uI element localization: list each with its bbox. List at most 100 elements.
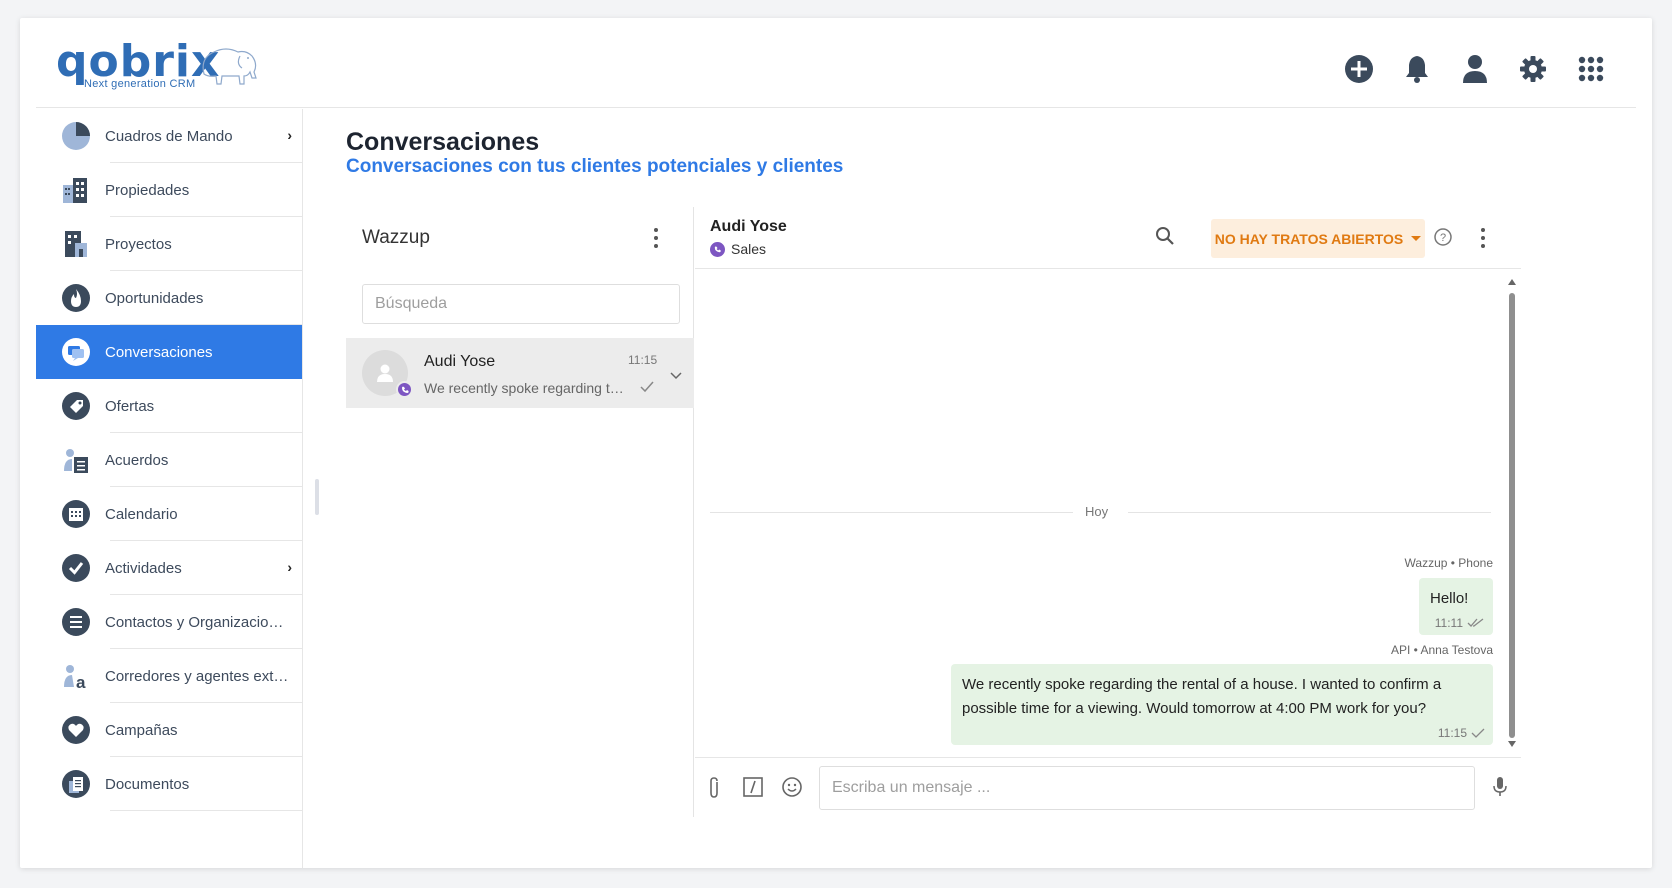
app-window: qobrix Next generation CRM Cuadros de Ma… [20,18,1652,868]
emoji-icon[interactable] [781,776,803,803]
pie-chart-icon [60,120,92,152]
page-title: Conversaciones [346,128,540,156]
sidebar-item-calendario[interactable]: Calendario [36,487,302,541]
sidebar-item-propiedades[interactable]: Propiedades [36,163,302,217]
top-actions [1342,52,1608,86]
svg-text:a: a [76,673,86,691]
search-input[interactable] [362,284,680,324]
flame-icon [60,282,92,314]
conversation-list-panel: Wazzup Audi Yose 11:15 We recently spoke… [346,207,694,817]
sidebar-item-label: Actividades [105,559,182,577]
sidebar-item-corredores[interactable]: a Corredores y agentes exte… [36,649,302,703]
svg-text:?: ? [1440,232,1446,244]
sidebar-item-contactos[interactable]: Contactos y Organizaciones [36,595,302,649]
conversation-time: 11:15 [628,353,658,367]
bell-icon[interactable] [1400,52,1434,86]
conversation-list-title: Wazzup [362,227,430,248]
message-text: Hello! [1430,590,1469,607]
message-time-label: 11:15 [1437,726,1467,740]
open-deals-label: NO HAY TRATOS ABIERTOS [1214,230,1404,247]
conversation-list-item[interactable]: Audi Yose 11:15 We recently spoke regard… [346,338,694,408]
conversation-contact-name: Audi Yose [424,353,496,370]
help-icon[interactable]: ? [1433,227,1453,252]
chat-scrollbar[interactable] [1508,279,1516,747]
message-area: Hoy Wazzup • Phone Hello! 11:11 API • An… [695,269,1521,757]
message-meta: API • Anna Testova [1390,643,1493,657]
message-time-label: 11:11 [1434,616,1463,630]
sidebar-item-ofertas[interactable]: Ofertas [36,379,302,433]
scroll-up-arrow-icon[interactable] [1508,279,1516,285]
sidebar-item-label: Documentos [105,775,190,793]
chat-channel-label: Sales [731,241,767,257]
qobrix-logo[interactable]: qobrix Next generation CRM [56,36,266,92]
chat-more-menu-icon[interactable] [1473,226,1493,250]
calendar-icon [60,498,92,530]
user-placeholder-icon [377,364,393,382]
sidebar-item-label: Conversaciones [105,343,213,361]
microphone-icon[interactable] [1492,776,1508,803]
double-check-icon [1467,618,1484,627]
agreement-icon [60,444,92,476]
sidebar-item-label: Oportunidades [105,289,204,307]
sidebar-item-documentos[interactable]: Documentos [36,757,302,811]
conversation-list-header: Wazzup [346,207,693,269]
sidebar-item-label: Propiedades [105,181,190,199]
sidebar-item-oportunidades[interactable]: Oportunidades [36,271,302,325]
sidebar-item-label: Calendario [105,505,178,523]
sidebar-item-actividades[interactable]: Actividades › [36,541,302,595]
message-time: 11:11 [1435,616,1485,630]
sidebar-item-label: Proyectos [105,235,172,253]
gear-icon[interactable] [1516,52,1550,86]
message-composer [695,757,1521,817]
template-icon[interactable] [742,776,764,803]
chevron-down-icon[interactable] [670,367,682,385]
attach-icon[interactable] [705,776,723,805]
sidebar-item-label: Campañas [105,721,178,739]
add-circle-icon[interactable] [1342,52,1376,86]
scroll-down-arrow-icon[interactable] [1508,741,1516,747]
documents-icon [60,768,92,800]
sidebar-item-cuadros-de-mando[interactable]: Cuadros de Mando › [36,109,302,163]
open-deals-dropdown[interactable]: NO HAY TRATOS ABIERTOS [1211,219,1425,258]
contacts-icon [60,606,92,638]
day-separator: Hoy [1085,504,1109,519]
chat-panel: Audi Yose Sales NO HAY TRATOS ABIERTOS ? [695,207,1521,817]
message-meta: Wazzup • Phone [1404,556,1493,570]
sidebar-item-acuerdos[interactable]: Acuerdos [36,433,302,487]
sidebar-item-conversaciones[interactable]: Conversaciones [36,325,302,379]
caret-down-icon [1411,236,1422,241]
elephant-icon [202,48,257,85]
sidebar-nav: Cuadros de Mando › Propiedades Proyectos… [36,109,303,868]
check-icon [1471,728,1485,738]
panel-resize-handle[interactable] [315,479,319,515]
chevron-right-icon: › [287,559,292,575]
user-icon[interactable] [1458,52,1492,86]
top-bar: qobrix Next generation CRM [36,18,1636,108]
chat-contact-name: Audi Yose [710,218,787,235]
tag-icon [60,390,92,422]
conversation-preview: We recently spoke regarding th… [424,380,624,396]
check-icon [640,380,654,398]
chat-channel: Sales [710,241,766,257]
list-more-menu-icon[interactable] [646,226,666,250]
scrollbar-thumb[interactable] [1509,293,1515,738]
heart-icon [60,714,92,746]
check-circle-icon [60,552,92,584]
day-divider-right [1128,512,1491,513]
logo-tagline: Next generation CRM [84,78,196,90]
chevron-right-icon: › [287,127,292,143]
chat-header: Audi Yose Sales NO HAY TRATOS ABIERTOS ? [695,207,1521,269]
sidebar-item-campanas[interactable]: Campañas [36,703,302,757]
sidebar-item-label: Cuadros de Mando [105,127,233,145]
sidebar-item-proyectos[interactable]: Proyectos [36,217,302,271]
message-input[interactable] [819,766,1475,810]
building-icon [60,174,92,206]
page-subtitle: Conversaciones con tus clientes potencia… [346,156,844,177]
sidebar-item-label: Acuerdos [105,451,169,469]
day-divider-left [710,512,1073,513]
message-bubble: We recently spoke regarding the rental o… [951,664,1493,745]
chat-icon [60,336,92,368]
message-text: We recently spoke regarding the rental o… [962,676,1442,717]
apps-grid-icon[interactable] [1574,52,1608,86]
search-icon[interactable] [1155,226,1175,251]
